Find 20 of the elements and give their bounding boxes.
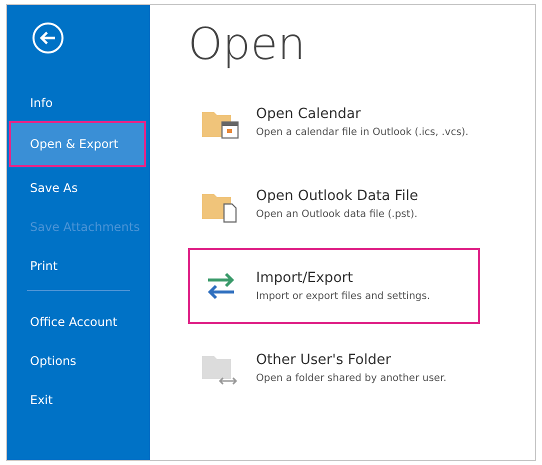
action-description: Import or export files and settings. bbox=[256, 291, 430, 302]
action-title: Other User's Folder bbox=[256, 352, 392, 368]
sidebar-item[interactable]: Exit bbox=[9, 379, 146, 418]
sidebar-item[interactable]: Office Account bbox=[9, 301, 146, 340]
sidebar-item[interactable]: Print bbox=[9, 245, 146, 284]
action-item[interactable]: Other User's Folder Open a folder shared by another user. bbox=[188, 330, 480, 406]
action-item[interactable]: Import/Export Import or export files and settings. bbox=[188, 248, 480, 324]
action-description: Open a calendar file in Outlook (.ics, .vcs). bbox=[256, 127, 468, 138]
action-description: Open an Outlook data file (.pst). bbox=[256, 209, 418, 220]
action-title: Open Calendar bbox=[256, 106, 362, 122]
action-title: Open Outlook Data File bbox=[256, 188, 418, 204]
action-item[interactable]: Open Calendar Open a calendar file in Outlook (.ics, .vcs). bbox=[188, 84, 480, 160]
action-description: Open a folder shared by another user. bbox=[256, 373, 446, 384]
page-title: Open bbox=[188, 19, 307, 70]
sidebar-item[interactable]: Save As bbox=[9, 167, 146, 206]
sidebar-item[interactable]: Open & Export bbox=[9, 121, 146, 167]
sidebar-item[interactable]: Info bbox=[9, 82, 146, 121]
sidebar-item[interactable]: Options bbox=[9, 340, 146, 379]
action-item[interactable]: Open Outlook Data File Open an Outlook data file (.pst). bbox=[188, 166, 480, 242]
action-title: Import/Export bbox=[256, 270, 354, 286]
